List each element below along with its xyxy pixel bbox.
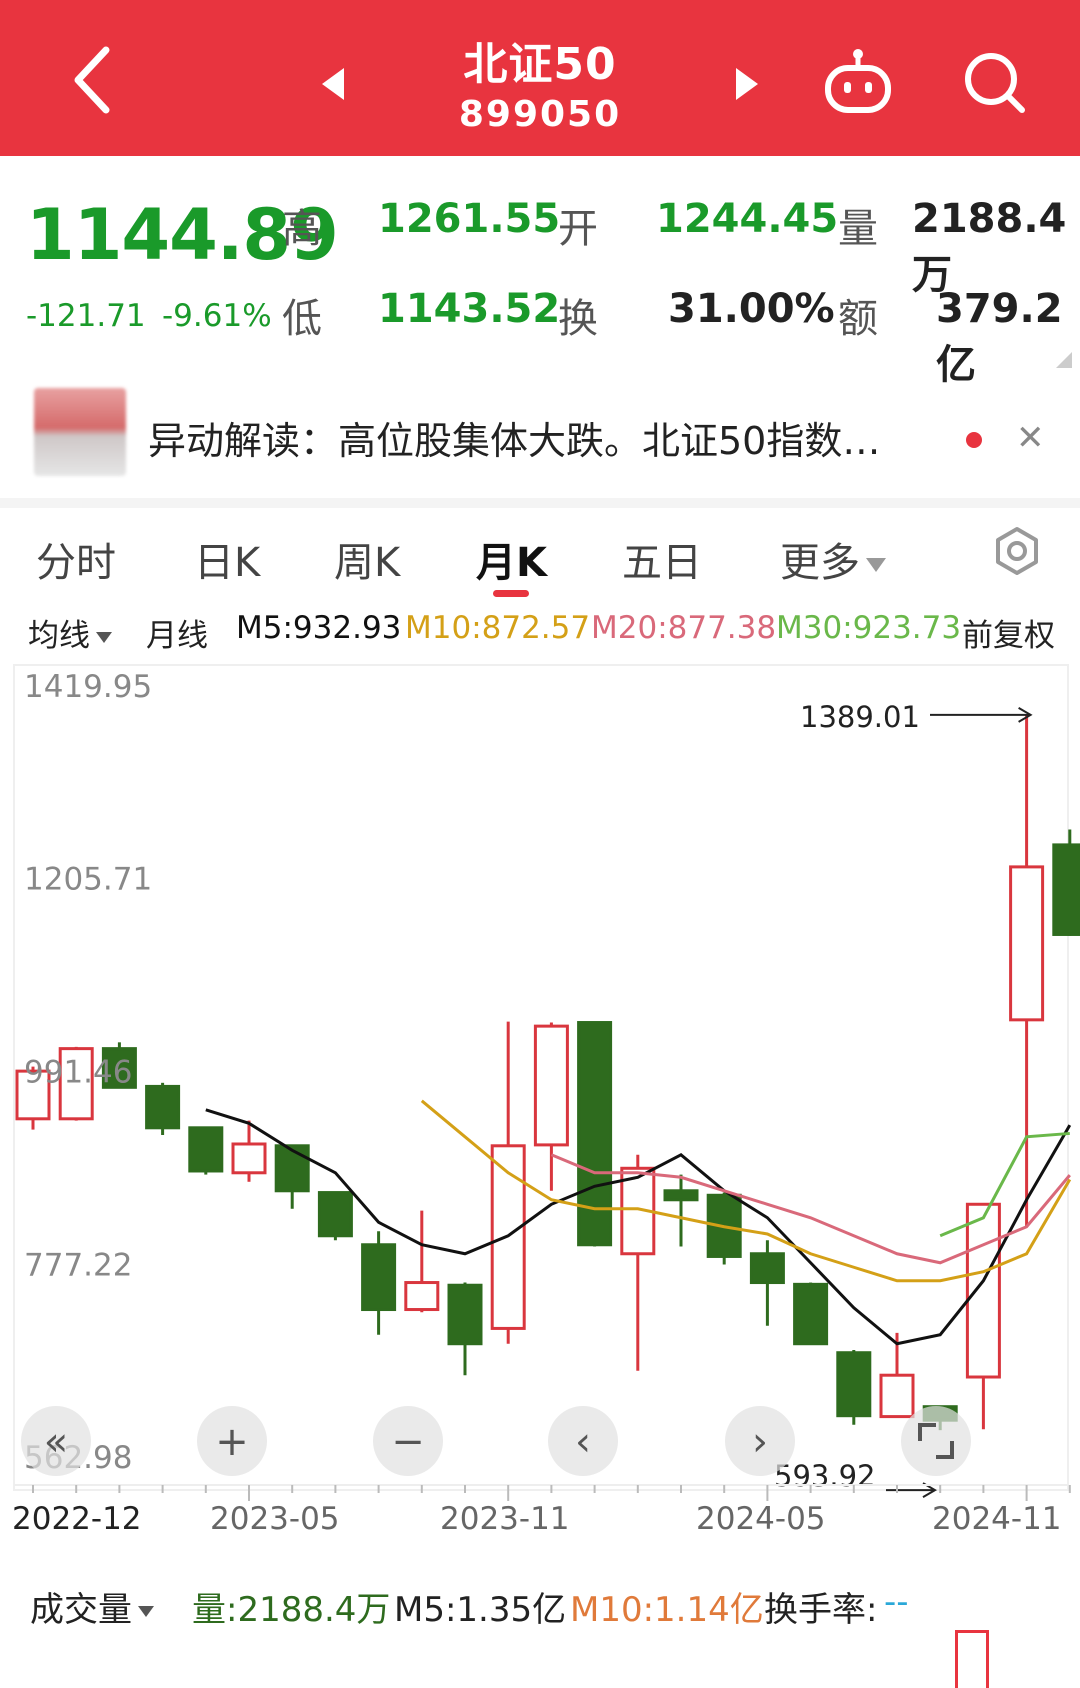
candle-body[interactable]: [749, 1252, 785, 1285]
settings-icon[interactable]: [992, 526, 1042, 576]
open-value: 1244.45: [656, 196, 839, 242]
candle-body[interactable]: [447, 1283, 483, 1346]
volume-value: 2188.4万: [912, 196, 1067, 298]
chart-nav-icon[interactable]: ‹: [575, 1419, 591, 1465]
title-bar: 北证50 899050: [0, 0, 1080, 156]
turnover-rate-value: --: [884, 1582, 909, 1622]
close-icon[interactable]: ✕: [1016, 418, 1045, 458]
candle-body[interactable]: [663, 1189, 699, 1202]
high-value: 1261.55: [378, 196, 561, 242]
chevron-down-icon: [866, 558, 886, 572]
high-label: 高: [282, 206, 322, 252]
volume-ma5: M5:1.35亿: [394, 1590, 567, 1630]
tab-more[interactable]: 更多: [780, 530, 886, 588]
y-tick-label: 777.22: [24, 1247, 132, 1283]
chart-nav-icon[interactable]: −: [391, 1419, 425, 1465]
previous-stock-icon[interactable]: [318, 64, 348, 104]
candle-body[interactable]: [317, 1191, 353, 1238]
y-tick-label: 1419.95: [24, 669, 152, 705]
candle-body[interactable]: [1009, 865, 1045, 1022]
chevron-down-icon: [138, 1606, 154, 1617]
next-stock-icon[interactable]: [732, 64, 762, 104]
candle-body[interactable]: [188, 1126, 224, 1173]
x-tick-label: 2024-05: [696, 1501, 826, 1535]
ma-period: 月线: [146, 618, 208, 654]
stock-code: 899050: [458, 94, 622, 135]
low-value: 1143.52: [378, 286, 561, 332]
candle-body[interactable]: [361, 1243, 397, 1312]
price-change: -121.71: [26, 298, 146, 334]
candle-body[interactable]: [577, 1021, 613, 1247]
candle-body[interactable]: [1052, 843, 1080, 936]
x-tick-label: 2022-12: [12, 1501, 142, 1535]
candle-body[interactable]: [836, 1351, 872, 1418]
y-tick-label: 1205.71: [24, 862, 152, 898]
candle-body[interactable]: [965, 1202, 1001, 1379]
tab-monthly-k[interactable]: 月K: [476, 530, 547, 588]
news-thumbnail: [34, 388, 126, 476]
candle-body[interactable]: [231, 1142, 267, 1175]
unread-dot: [966, 432, 982, 448]
x-tick-label: 2023-11: [440, 1501, 570, 1535]
volume-ma10: M10:1.14亿: [570, 1590, 764, 1630]
news-banner[interactable]: 异动解读：高位股集体大跌。北证50指数… ✕: [0, 388, 1080, 488]
chart-nav-icon[interactable]: +: [215, 1419, 249, 1465]
ma30-value: M30:923.73: [776, 610, 962, 646]
tab-daily-k[interactable]: 日K: [194, 530, 260, 588]
ma-selector[interactable]: 均线: [28, 610, 112, 655]
volume-bar: [955, 1630, 989, 1688]
volume-legend: 成交量 量:2188.4万 M5:1.35亿 M10:1.14亿 换手率: --: [0, 1572, 1080, 1632]
back-arrow-icon[interactable]: [62, 40, 122, 120]
fullscreen-button[interactable]: [901, 1406, 971, 1476]
min-price-label: 593.92: [774, 1459, 875, 1493]
tab-intraday[interactable]: 分时: [36, 530, 116, 588]
candle-body[interactable]: [145, 1084, 181, 1130]
ma10-value: M10:872.57: [405, 610, 591, 646]
candle-body[interactable]: [274, 1144, 310, 1193]
low-label: 低: [282, 296, 322, 342]
search-icon[interactable]: [962, 50, 1028, 116]
ma-selector-label: 均线: [28, 618, 90, 654]
amount-label: 额: [838, 296, 878, 342]
x-tick-label: 2023-05: [210, 1501, 340, 1535]
candle-body[interactable]: [404, 1281, 440, 1312]
price-change-percent: -9.61%: [162, 298, 272, 334]
volume-selector[interactable]: 成交量: [30, 1582, 154, 1631]
turnover-rate-label: 换手率:: [764, 1590, 878, 1630]
ma30-line: [939, 1131, 1070, 1238]
candle-body[interactable]: [533, 1024, 569, 1147]
chevron-down-icon: [96, 632, 112, 643]
adjust-mode[interactable]: 前复权: [962, 610, 1055, 655]
page-title: 北证50: [463, 39, 617, 90]
news-headline: 异动解读：高位股集体大跌。北证50指数…: [148, 419, 881, 463]
tab-weekly-k[interactable]: 周K: [334, 530, 400, 588]
ma20-value: M20:877.38: [591, 610, 777, 646]
candle-body[interactable]: [879, 1373, 915, 1419]
x-tick-label: 2024-11: [932, 1501, 1062, 1535]
volume-selector-label: 成交量: [30, 1590, 132, 1630]
open-label: 开: [558, 206, 598, 252]
candle-body[interactable]: [793, 1282, 829, 1346]
turnover-value: 31.00%: [668, 286, 835, 332]
amount-value: 379.2亿: [936, 286, 1063, 388]
y-tick-label: 991.46: [24, 1055, 132, 1091]
moving-average-legend: 均线 月线 M5:932.93 M10:872.57 M20:877.38 M3…: [0, 604, 1080, 654]
chart-period-tabs: 分时 日K 周K 月K 五日 更多: [0, 516, 1080, 597]
ma5-value: M5:932.93: [236, 610, 402, 646]
max-price-label: 1389.01: [800, 700, 920, 734]
tab-more-label: 更多: [780, 540, 860, 586]
volume-label: 量: [838, 206, 878, 252]
volume-amount: 量:2188.4万: [192, 1590, 391, 1630]
divider: [0, 498, 1080, 508]
turnover-label: 换: [558, 296, 598, 342]
active-tab-indicator: [493, 590, 529, 597]
tab-five-day[interactable]: 五日: [622, 530, 702, 588]
chart-nav-icon[interactable]: «: [44, 1419, 68, 1465]
monthly-k-chart[interactable]: 1419.951205.71991.46777.22562.981389.015…: [0, 655, 1080, 1535]
quote-panel: 1144.89 -121.71 -9.61% 高 1261.55 开 1244.…: [0, 156, 1080, 388]
chart-nav-icon[interactable]: ›: [752, 1419, 768, 1465]
expand-corner-icon[interactable]: [1056, 352, 1072, 368]
robot-assistant-icon[interactable]: [822, 48, 894, 116]
